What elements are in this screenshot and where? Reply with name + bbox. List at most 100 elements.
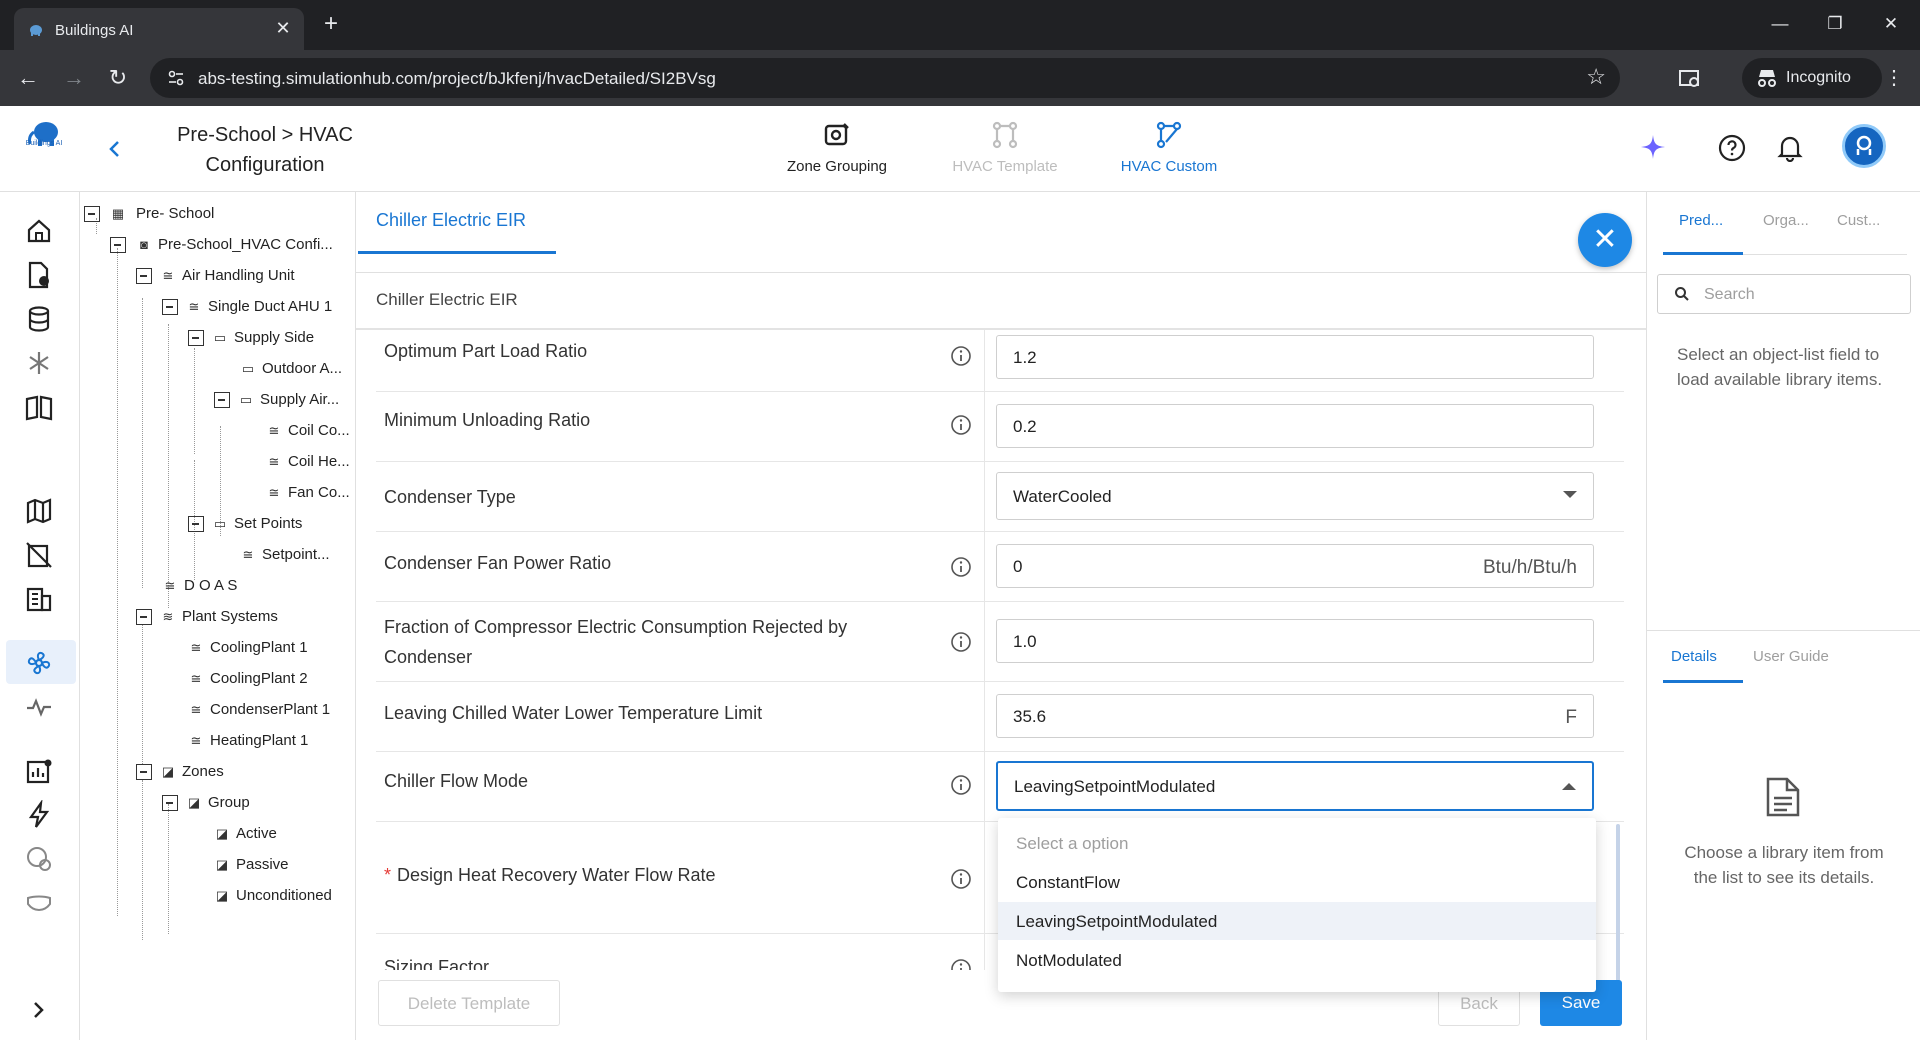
url-text[interactable]: abs-testing.simulationhub.com/project/bJ… xyxy=(198,69,716,89)
window-close-icon[interactable]: ✕ xyxy=(1868,10,1914,38)
tab-zone-grouping[interactable]: Zone Grouping xyxy=(752,120,922,180)
browser-tab[interactable]: Buildings AI ✕ xyxy=(14,8,304,50)
caret-down-icon xyxy=(1563,491,1577,498)
incognito-icon xyxy=(1758,70,1776,87)
ai-sparkle-icon[interactable] xyxy=(1640,134,1666,160)
unit-label: F xyxy=(1565,707,1577,728)
tab-hvac-template[interactable]: HVAC Template xyxy=(920,120,1090,180)
building-icon[interactable] xyxy=(24,584,54,614)
collapse-icon[interactable] xyxy=(136,268,152,284)
field-label: * Design Heat Recovery Water Flow Rate xyxy=(384,865,716,885)
unit-label: Btu/h/Btu/h xyxy=(1482,557,1577,578)
incognito-badge[interactable]: Incognito xyxy=(1742,58,1882,98)
minimum-unloading-ratio-input[interactable]: 0.2 xyxy=(996,404,1594,448)
option-constant-flow[interactable]: ConstantFlow xyxy=(998,863,1596,901)
fan-icon: ≅ xyxy=(190,733,202,748)
collapse-icon[interactable] xyxy=(214,392,230,408)
option-leaving-setpoint-modulated[interactable]: LeavingSetpointModulated xyxy=(998,902,1596,940)
tab-custom[interactable]: Cust... xyxy=(1837,212,1880,229)
map-icon[interactable] xyxy=(24,496,54,526)
guide-book-icon[interactable] xyxy=(24,392,54,422)
new-tab-icon[interactable]: + xyxy=(318,12,344,38)
app-root: Buildings AI Pre-School > HVAC Configura… xyxy=(0,106,1920,1040)
chiller-flow-mode-options: Select a option ConstantFlow LeavingSetp… xyxy=(998,818,1596,992)
library-search-input[interactable]: Search xyxy=(1657,274,1911,314)
chevron-left-icon[interactable] xyxy=(104,138,126,160)
waves-icon: ≋ xyxy=(162,609,174,624)
optimum-part-load-ratio-input[interactable]: 1.2 xyxy=(996,335,1594,379)
tab-predefined[interactable]: Pred... xyxy=(1679,212,1723,229)
help-icon[interactable] xyxy=(1718,134,1746,162)
building-icon: ▦ xyxy=(111,206,125,221)
comfort-icon[interactable] xyxy=(24,844,54,874)
field-label: Optimum Part Load Ratio xyxy=(384,341,588,361)
mask-icon[interactable] xyxy=(24,888,54,918)
close-tab-icon[interactable]: ✕ xyxy=(272,17,294,39)
form-row-chiller-flow-mode: Chiller Flow Mode LeavingSetpointModulat… xyxy=(376,752,1624,822)
close-icon: ✕ xyxy=(1592,223,1618,256)
energy-bolt-icon[interactable] xyxy=(24,800,54,830)
info-icon[interactable] xyxy=(950,774,972,796)
info-icon[interactable] xyxy=(950,414,972,436)
fan-icon: ≅ xyxy=(190,702,202,717)
fraction-compressor-rejected-input[interactable]: 1.0 xyxy=(996,619,1594,663)
tab-user-guide[interactable]: User Guide xyxy=(1753,648,1829,665)
delete-template-button[interactable]: Delete Template xyxy=(378,980,560,1026)
collapse-icon[interactable] xyxy=(188,330,204,346)
tab-organization[interactable]: Orga... xyxy=(1763,212,1809,229)
field-label: Leaving Chilled Water Lower Temperature … xyxy=(384,703,763,723)
info-icon[interactable] xyxy=(950,631,972,653)
zone-grouping-icon xyxy=(824,123,849,146)
back-icon[interactable]: ← xyxy=(14,64,42,92)
collapse-icon[interactable] xyxy=(110,237,126,253)
address-bar[interactable]: abs-testing.simulationhub.com/project/bJ… xyxy=(150,58,1620,98)
tab-hvac-custom[interactable]: HVAC Custom xyxy=(1084,120,1254,180)
building-off-icon[interactable] xyxy=(24,540,54,570)
analytics-icon[interactable] xyxy=(24,756,54,786)
fan-icon: ≅ xyxy=(190,640,202,655)
info-icon[interactable] xyxy=(950,868,972,890)
tab-details[interactable]: Details xyxy=(1671,648,1717,665)
browser-toolbar: ← → ↻ abs-testing.simulationhub.com/proj… xyxy=(0,50,1920,106)
notification-bell-icon[interactable] xyxy=(1777,134,1803,162)
document-info-icon[interactable] xyxy=(24,260,54,290)
chiller-flow-mode-select[interactable]: LeavingSetpointModulated xyxy=(996,761,1594,811)
form-row-condenser-type: Condenser Type WaterCooled xyxy=(376,462,1624,532)
close-panel-button[interactable]: ✕ xyxy=(1578,213,1632,267)
hvac-fan-icon[interactable] xyxy=(24,648,54,678)
info-icon[interactable] xyxy=(950,958,972,970)
site-settings-icon[interactable] xyxy=(166,68,186,88)
collapse-icon[interactable] xyxy=(84,206,100,222)
minimize-icon[interactable]: — xyxy=(1757,10,1803,38)
search-placeholder: Search xyxy=(1704,286,1755,303)
lens-icon[interactable] xyxy=(1676,64,1704,92)
collapse-icon[interactable] xyxy=(162,299,178,315)
zone-icon: ◪ xyxy=(187,795,201,810)
collapse-icon[interactable] xyxy=(136,764,152,780)
home-icon[interactable] xyxy=(24,216,54,246)
tab-chiller-electric-eir[interactable]: Chiller Electric EIR xyxy=(358,192,556,254)
field-label: Condenser Fan Power Ratio xyxy=(384,553,612,573)
collapse-icon[interactable] xyxy=(136,609,152,625)
buildings-ai-logo-icon xyxy=(28,122,58,146)
bookmark-star-icon[interactable]: ☆ xyxy=(1586,64,1606,90)
condenser-type-select[interactable]: WaterCooled xyxy=(996,472,1594,520)
weather-icon[interactable] xyxy=(24,348,54,378)
collapse-icon[interactable] xyxy=(188,516,204,532)
option-not-modulated[interactable]: NotModulated xyxy=(998,941,1596,979)
field-label: Chiller Flow Mode xyxy=(384,771,529,791)
reload-icon[interactable]: ↻ xyxy=(104,64,132,92)
leaving-chilled-water-lower-temp-input[interactable]: 35.6 F xyxy=(996,694,1594,738)
restore-icon[interactable]: ❐ xyxy=(1812,10,1858,38)
info-icon[interactable] xyxy=(950,345,972,367)
collapse-icon[interactable] xyxy=(162,795,178,811)
info-icon[interactable] xyxy=(950,556,972,578)
forward-icon[interactable]: → xyxy=(60,64,88,92)
activity-icon[interactable] xyxy=(24,692,54,722)
chevron-right-icon[interactable] xyxy=(26,998,50,1022)
user-avatar[interactable] xyxy=(1842,124,1886,168)
form-row-minimum-unloading-ratio: Minimum Unloading Ratio 0.2 xyxy=(376,392,1624,462)
browser-menu-icon[interactable]: ⋮ xyxy=(1882,64,1906,92)
database-icon[interactable] xyxy=(24,304,54,334)
condenser-fan-power-ratio-input[interactable]: 0 Btu/h/Btu/h xyxy=(996,544,1594,588)
